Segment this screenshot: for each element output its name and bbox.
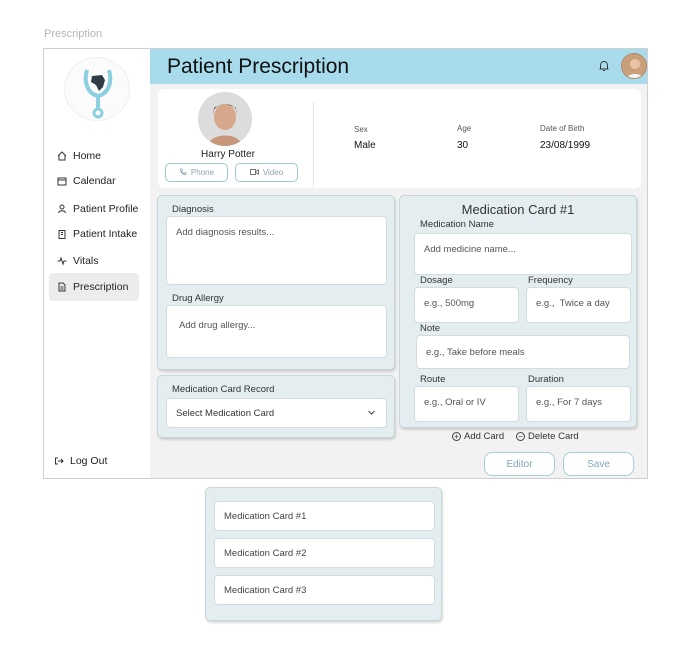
medication-record-panel: Medication Card Record Select Medication… (157, 375, 395, 438)
add-card-label: Add Card (464, 431, 505, 442)
stethoscope-africa-logo-icon (83, 69, 113, 119)
sidebar-item-patient-intake[interactable]: Patient Intake (49, 221, 139, 246)
frame-label: Prescription (44, 28, 103, 40)
page-title: Patient Prescription (167, 55, 350, 78)
sidebar-item-label: Patient Intake (73, 227, 138, 240)
clipboard-icon (57, 229, 67, 239)
medication-card-select[interactable]: Select Medication Card (166, 398, 387, 428)
duration-label: Duration (528, 374, 564, 385)
logout-label: Log Out (70, 455, 108, 467)
document-icon (57, 282, 67, 292)
age-value: 30 (457, 140, 469, 151)
drug-allergy-input[interactable]: Add drug allergy... (166, 305, 387, 358)
video-icon (249, 168, 259, 178)
duration-input[interactable]: e.g., For 7 days (526, 386, 631, 422)
patient-photo (198, 92, 252, 146)
add-card-button[interactable]: + Add Card (452, 431, 504, 442)
medication-name-input[interactable]: Add medicine name... (414, 233, 632, 275)
home-icon (57, 150, 67, 161)
dropdown-option[interactable]: Medication Card #3 (214, 575, 435, 605)
patient-summary-card: Harry Potter Phone Video Sex Male Age 30… (158, 89, 641, 188)
diagnosis-panel: Diagnosis Add diagnosis results... Drug … (157, 195, 395, 370)
minus-circle-icon: − (516, 432, 525, 441)
sidebar-item-prescription[interactable]: Prescription (49, 273, 139, 301)
logout-button[interactable]: Log Out (54, 455, 107, 467)
diagnosis-label: Diagnosis (172, 204, 214, 215)
user-icon (57, 204, 67, 214)
sidebar-nav: Home Calendar Patient Profile Patient In… (49, 143, 139, 301)
sidebar-item-vitals[interactable]: Vitals (49, 248, 139, 273)
dropdown-option[interactable]: Medication Card #1 (214, 501, 435, 531)
dob-value: 23/08/1999 (540, 140, 591, 151)
calendar-icon (57, 176, 67, 186)
drug-allergy-label: Drug Allergy (172, 293, 224, 304)
medication-record-label: Medication Card Record (172, 384, 275, 395)
user-avatar[interactable] (621, 53, 647, 79)
divider (313, 102, 314, 187)
route-input[interactable]: e.g., Oral or IV (414, 386, 519, 422)
medication-name-label: Medication Name (420, 219, 494, 230)
note-label: Note (420, 323, 441, 334)
sidebar-item-calendar[interactable]: Calendar (49, 168, 139, 193)
dosage-label: Dosage (420, 275, 453, 286)
medication-card-title: Medication Card #1 (461, 202, 575, 217)
sidebar-item-patient-profile[interactable]: Patient Profile (49, 196, 139, 221)
select-value: Select Medication Card (176, 407, 275, 419)
sex-value: Male (354, 140, 376, 151)
sidebar-item-label: Calendar (73, 174, 116, 187)
chevron-down-icon (367, 408, 376, 420)
plus-circle-icon: + (452, 432, 461, 441)
sex-label: Sex (354, 125, 368, 134)
frequency-label: Frequency (528, 275, 573, 286)
dob-label: Date of Birth (540, 124, 585, 133)
editor-button[interactable]: Editor (484, 452, 555, 476)
diagnosis-input[interactable]: Add diagnosis results... (166, 216, 387, 285)
header-bar: Patient Prescription (150, 49, 647, 84)
pulse-icon (57, 255, 67, 266)
sidebar-item-label: Patient Profile (73, 202, 139, 215)
dosage-input[interactable]: e.g., 500mg (414, 287, 519, 323)
delete-card-label: Delete Card (528, 431, 579, 442)
logout-icon (54, 456, 64, 466)
medication-card-dropdown: Medication Card #1 Medication Card #2 Me… (205, 487, 442, 621)
medication-card-panel: Medication Card #1 Medication Name Add m… (399, 195, 637, 428)
frequency-input[interactable]: e.g., Twice a day (526, 287, 631, 323)
note-input[interactable]: e.g., Take before meals (416, 335, 630, 369)
route-label: Route (420, 374, 446, 385)
video-label: Video (262, 168, 284, 177)
dropdown-option[interactable]: Medication Card #2 (214, 538, 435, 568)
save-button[interactable]: Save (563, 452, 634, 476)
phone-icon (179, 168, 187, 178)
sidebar: Home Calendar Patient Profile Patient In… (44, 49, 150, 478)
logo (64, 57, 130, 121)
sidebar-item-label: Vitals (73, 254, 99, 267)
sidebar-item-home[interactable]: Home (49, 143, 139, 168)
sidebar-item-label: Home (73, 149, 102, 162)
sidebar-item-label: Prescription (73, 281, 129, 293)
phone-label: Phone (190, 168, 215, 177)
app-window: Home Calendar Patient Profile Patient In… (43, 48, 648, 479)
phone-button[interactable]: Phone (165, 163, 228, 182)
patient-name: Harry Potter (201, 149, 255, 160)
age-label: Age (457, 124, 472, 133)
delete-card-button[interactable]: − Delete Card (516, 431, 579, 442)
video-button[interactable]: Video (235, 163, 298, 182)
bell-icon[interactable] (597, 59, 611, 73)
